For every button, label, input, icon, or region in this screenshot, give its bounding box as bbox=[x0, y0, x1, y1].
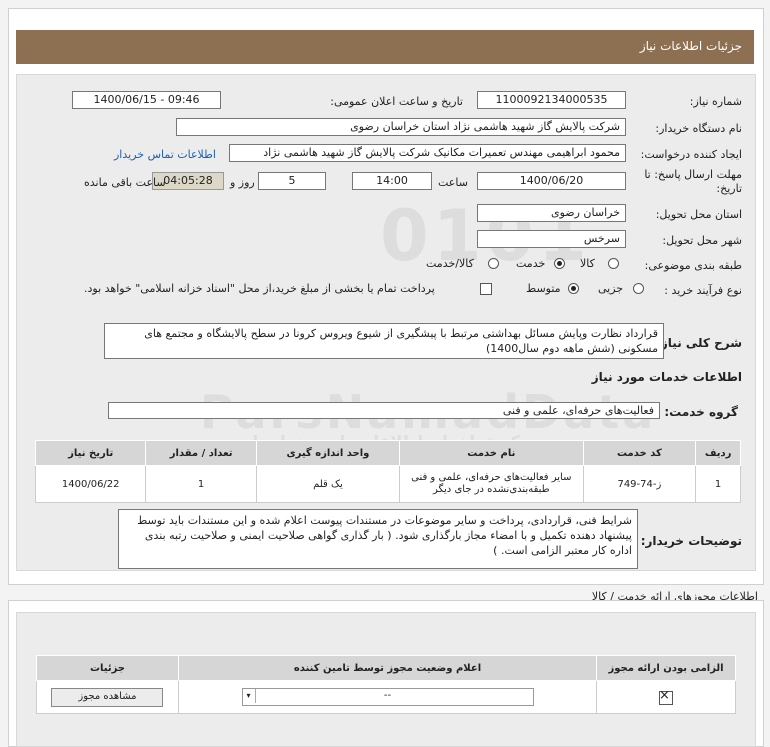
cell-name: سایر فعالیت‌های حرفه‌ای، علمی و فنی طبقه… bbox=[398, 465, 584, 503]
delivery-city-field: سرخس bbox=[477, 230, 626, 248]
col-name: نام خدمت bbox=[398, 440, 584, 466]
description-field: قرارداد نظارت وپایش مسائل بهداشتی مرتبط … bbox=[104, 323, 664, 359]
category-option-goods-service: کالا/خدمت bbox=[426, 257, 474, 270]
buyer-contact-link[interactable]: اطلاعات تماس خریدار bbox=[114, 148, 216, 161]
page-title: جزئیات اطلاعات نیاز bbox=[639, 39, 742, 53]
permit-required-checkbox: × bbox=[659, 687, 674, 705]
permit-status-value: -- bbox=[383, 690, 392, 701]
buyer-notes-label: توضیحات خریدار: bbox=[640, 534, 742, 548]
services-info-title: اطلاعات خدمات مورد نیاز bbox=[591, 370, 742, 384]
items-table: ردیف کد خدمت نام خدمت واحد اندازه گیری ت… bbox=[34, 440, 741, 503]
col-code: کد خدمت bbox=[582, 440, 697, 466]
col-unit: واحد اندازه گیری bbox=[255, 440, 400, 466]
chevron-down-icon: ▾ bbox=[243, 689, 256, 703]
col-row: ردیف bbox=[695, 440, 741, 466]
remaining-time-label: ساعت باقی مانده bbox=[84, 176, 166, 189]
deadline-time-label: ساعت bbox=[438, 176, 468, 189]
deadline-label: مهلت ارسال پاسخ: تا bbox=[644, 168, 742, 181]
deadline-days-field: 5 bbox=[258, 172, 326, 190]
requester-label: ایجاد کننده درخواست: bbox=[640, 148, 742, 161]
purchase-option-minor: جزیی bbox=[598, 282, 624, 295]
cell-qty: 1 bbox=[145, 465, 257, 503]
category-radio-goods-service[interactable] bbox=[488, 258, 499, 269]
cell-permit-status: ▾ -- bbox=[177, 680, 598, 714]
requester-field: محمود ابراهیمی مهندس تعمیرات مکانیک شرکت… bbox=[229, 144, 626, 162]
purchase-option-medium: متوسط bbox=[526, 282, 561, 295]
col-permit-details: جزئیات bbox=[36, 655, 179, 681]
category-option-goods: کالا bbox=[580, 257, 595, 270]
col-qty: تعداد / مقدار bbox=[145, 440, 257, 466]
buyer-notes-field: شرایط فنی، قراردادی، پرداخت و سایر موضوع… bbox=[118, 509, 638, 569]
cell-unit: یک قلم bbox=[255, 465, 400, 503]
col-date: تاریخ نیاز bbox=[34, 440, 147, 466]
purchase-type-label: نوع فرآیند خرید : bbox=[664, 284, 742, 297]
cell-row: 1 bbox=[695, 465, 741, 503]
need-number-field: 1100092134000535 bbox=[477, 91, 626, 109]
treasury-note: پرداخت تمام یا بخشی از مبلغ خرید،از محل … bbox=[84, 282, 435, 295]
category-radio-goods[interactable] bbox=[608, 258, 619, 269]
buyer-org-label: نام دستگاه خریدار: bbox=[655, 122, 742, 135]
cell-date: 1400/06/22 bbox=[34, 465, 147, 503]
description-label: شرح کلی نیاز: bbox=[656, 336, 742, 350]
treasury-checkbox[interactable] bbox=[480, 283, 492, 295]
permit-row: × ▾ -- مشاهده مجوز bbox=[36, 680, 736, 714]
permit-status-select[interactable]: ▾ -- bbox=[241, 688, 534, 706]
permits-table: الزامی بودن ارائه مجوز اعلام وضعیت مجوز … bbox=[36, 655, 736, 714]
delivery-province-field: خراسان رضوی bbox=[477, 204, 626, 222]
x-mark-icon: × bbox=[659, 687, 670, 703]
table-row: 1 ز-74-749 سایر فعالیت‌های حرفه‌ای، علمی… bbox=[34, 465, 741, 503]
delivery-city-label: شهر محل تحویل: bbox=[662, 234, 742, 247]
need-number-label: شماره نیاز: bbox=[689, 95, 742, 108]
category-option-service: خدمت bbox=[516, 257, 546, 270]
buyer-org-field: شرکت پالایش گاز شهید هاشمی نژاد استان خر… bbox=[176, 118, 626, 136]
cell-permit-details: مشاهده مجوز bbox=[36, 680, 179, 714]
cell-permit-required: × bbox=[596, 680, 736, 714]
col-permit-required: الزامی بودن ارائه مجوز bbox=[596, 655, 736, 681]
announce-datetime-field: 1400/06/15 - 09:46 bbox=[72, 91, 221, 109]
delivery-province-label: استان محل تحویل: bbox=[655, 208, 742, 221]
view-permit-button[interactable]: مشاهده مجوز bbox=[51, 687, 164, 707]
service-group-field: فعالیت‌های حرفه‌ای، علمی و فنی bbox=[108, 402, 660, 419]
col-permit-status: اعلام وضعیت مجوز توسط تامین کننده bbox=[177, 655, 598, 681]
deadline-days-label: روز و bbox=[230, 176, 255, 189]
cell-code: ز-74-749 bbox=[582, 465, 697, 503]
announce-datetime-label: تاریخ و ساعت اعلان عمومی: bbox=[330, 95, 463, 108]
deadline-time-field: 14:00 bbox=[352, 172, 432, 190]
deadline-label-date: تاریخ: bbox=[716, 182, 742, 195]
category-radio-service[interactable] bbox=[554, 258, 565, 269]
category-label: طبقه بندی موضوعی: bbox=[644, 259, 742, 272]
purchase-radio-minor[interactable] bbox=[633, 283, 644, 294]
page-title-bar: جزئیات اطلاعات نیاز bbox=[16, 30, 754, 64]
purchase-radio-medium[interactable] bbox=[568, 283, 579, 294]
service-group-label: گروه خدمت: bbox=[664, 405, 738, 419]
deadline-date-field: 1400/06/20 bbox=[477, 172, 626, 190]
